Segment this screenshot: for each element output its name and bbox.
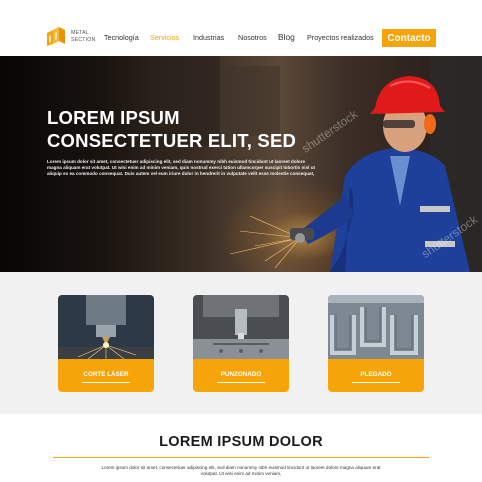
section-description: Lorem ipsum dolor sit amet, consectetuer… [101, 465, 381, 477]
hero-title-line1: LOREM IPSUM [47, 107, 180, 128]
service-card-punzonado[interactable]: PUNZONADO [193, 295, 289, 392]
metal-section-logo[interactable] [46, 27, 66, 47]
hero-banner: shutterstock shutterstock LOREM IPSUM CO… [0, 56, 482, 272]
brand-line1: METAL [71, 30, 89, 36]
card-underline [82, 382, 130, 383]
laser-cutting-image [58, 295, 154, 359]
service-card-plegado[interactable]: PLEGADO [328, 295, 424, 392]
services-section: CORTE LÁSER PUNZONADO PLEGADO [0, 272, 482, 414]
nav-item-servicios[interactable]: Servicios [150, 33, 179, 42]
service-label-corte-laser: CORTE LÁSER [83, 371, 129, 378]
brand-name: METAL SECTION [71, 30, 95, 44]
nav-item-blog[interactable]: Blog [278, 32, 295, 42]
hero-description: Lorem ipsum dolor sit amet, consectetuer… [47, 159, 316, 177]
nav-item-nosotros[interactable]: Nosotros [238, 33, 267, 42]
card-underline [352, 382, 400, 383]
top-navbar: METAL SECTION Tecnología Servicios Indus… [0, 0, 482, 56]
svg-text:shutterstock: shutterstock [299, 107, 361, 156]
brand-line2: SECTION [71, 37, 96, 43]
service-label-punzonado: PUNZONADO [220, 371, 262, 378]
service-label-plegado: PLEGADO [360, 371, 392, 378]
contact-button[interactable]: Contacto [382, 29, 436, 47]
section-divider [53, 457, 429, 458]
punching-machine-image [193, 295, 289, 359]
card-underline [217, 382, 265, 383]
nav-item-industrias[interactable]: Industrias [193, 33, 224, 42]
nav-item-tecnologia[interactable]: Tecnología [104, 33, 139, 42]
hero-title-line2: CONSECTETUER ELIT, SED [47, 130, 297, 151]
section-title: LOREM IPSUM DOLOR [159, 434, 323, 450]
nav-item-proyectos[interactable]: Proyectos realizados [307, 33, 374, 42]
bent-steel-profiles-image [328, 295, 424, 359]
service-card-corte-laser[interactable]: CORTE LÁSER [58, 295, 154, 392]
hero-title: LOREM IPSUM CONSECTETUER ELIT, SED [47, 106, 296, 152]
